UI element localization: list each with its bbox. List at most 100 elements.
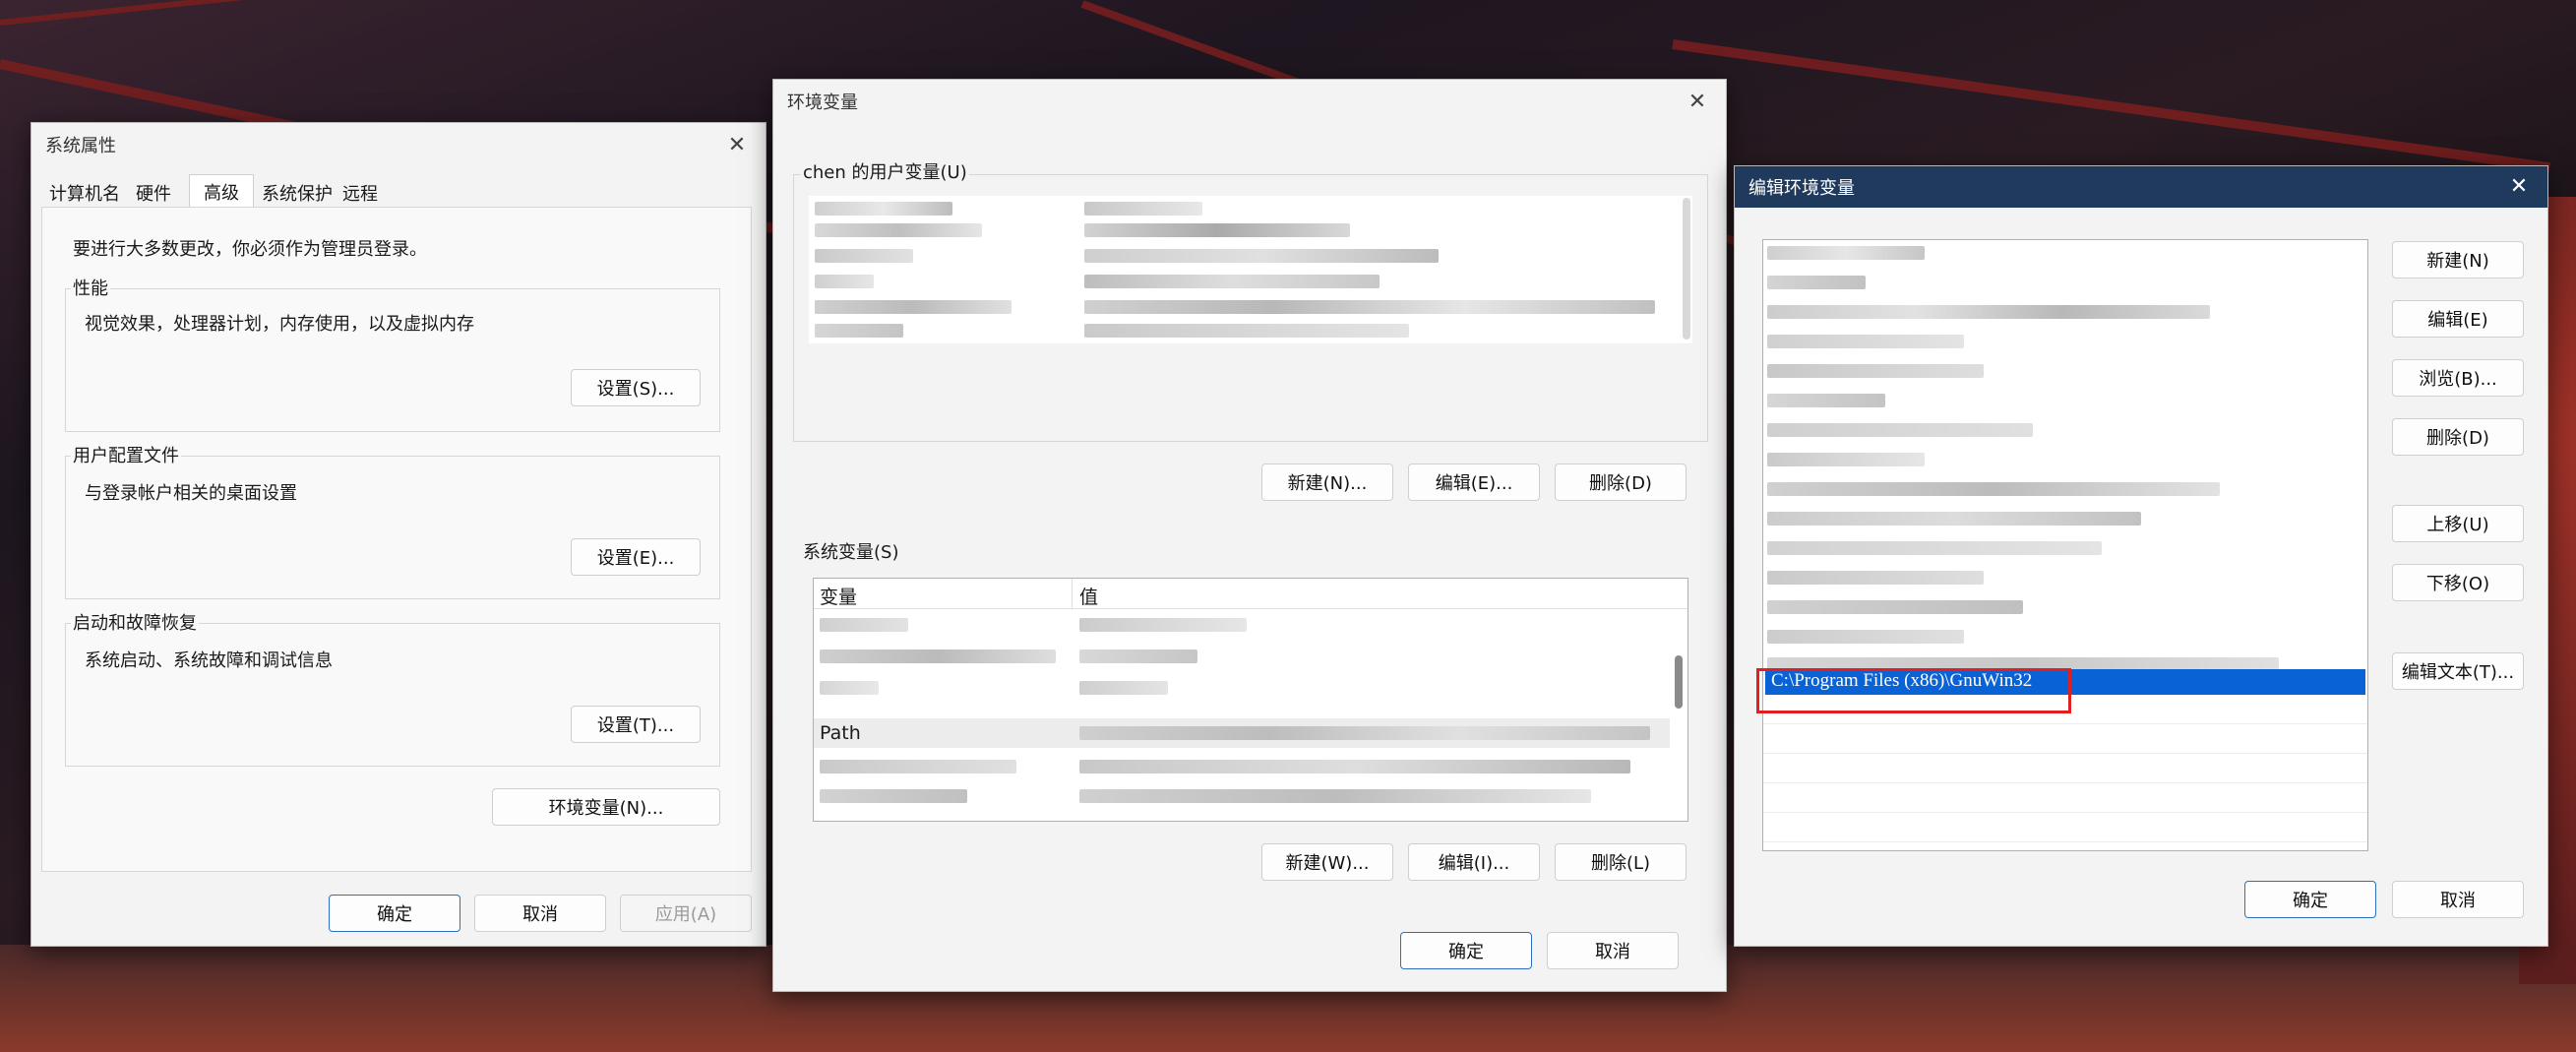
user-profiles-group [65, 456, 720, 599]
window-title: 系统属性 [45, 136, 116, 156]
list-item[interactable] [815, 223, 982, 237]
list-item[interactable] [815, 324, 903, 338]
close-icon[interactable]: ✕ [720, 129, 754, 160]
title-bar: 系统属性 ✕ [31, 123, 766, 166]
list-item[interactable] [820, 760, 1016, 774]
startup-recovery-label: 启动和故障恢复 [71, 609, 199, 635]
list-item[interactable] [815, 300, 1012, 314]
system-edit-button[interactable]: 编辑(I)... [1408, 843, 1540, 881]
system-variables-list[interactable]: 变量 值 Path [813, 578, 1688, 822]
list-item[interactable] [1079, 618, 1247, 632]
edit-text-button[interactable]: 编辑文本(T)... [2392, 652, 2524, 690]
user-profiles-desc: 与登录帐户相关的桌面设置 [85, 483, 297, 504]
list-item[interactable] [1084, 275, 1380, 288]
user-variables-list[interactable] [809, 196, 1692, 343]
list-item[interactable] [1767, 423, 2033, 437]
list-header: 变量 值 [814, 579, 1687, 609]
new-button[interactable]: 新建(N) [2392, 241, 2524, 278]
edit-button[interactable]: 编辑(E) [2392, 300, 2524, 338]
scrollbar[interactable] [1683, 198, 1690, 340]
list-item[interactable] [1767, 630, 1964, 644]
list-item[interactable] [1084, 249, 1439, 263]
list-item[interactable] [1767, 335, 1964, 348]
system-delete-button[interactable]: 删除(L) [1555, 843, 1687, 881]
list-item[interactable] [1767, 600, 2023, 614]
list-item[interactable] [820, 789, 967, 803]
list-item[interactable] [820, 618, 908, 632]
list-item[interactable] [1767, 541, 2102, 555]
tab-computer-name[interactable]: 计算机名 [47, 178, 122, 208]
list-item[interactable] [1084, 223, 1350, 237]
delete-button[interactable]: 删除(D) [2392, 418, 2524, 456]
list-item[interactable] [1767, 453, 1925, 466]
list-item[interactable] [820, 650, 1056, 663]
user-profiles-settings-button[interactable]: 设置(E)... [571, 538, 701, 576]
ok-button[interactable]: 确定 [1400, 932, 1532, 969]
list-item[interactable] [1079, 681, 1168, 695]
list-item[interactable] [1767, 512, 2141, 526]
browse-button[interactable]: 浏览(B)... [2392, 359, 2524, 397]
list-item[interactable] [820, 681, 879, 695]
list-item[interactable] [1767, 246, 1925, 260]
list-row-lines [1763, 695, 2367, 850]
list-item[interactable] [815, 202, 952, 216]
cancel-button[interactable]: 取消 [2392, 881, 2524, 918]
scrollbar-thumb[interactable] [1675, 655, 1683, 709]
tab-hardware[interactable]: 硬件 [128, 178, 179, 208]
title-bar: 环境变量 ✕ [773, 80, 1726, 123]
list-item[interactable] [1079, 650, 1197, 663]
column-header-variable[interactable]: 变量 [820, 583, 857, 609]
list-item[interactable] [1767, 364, 1984, 378]
list-item[interactable] [1767, 482, 2220, 496]
window-title: 编辑环境变量 [1748, 178, 1855, 199]
user-delete-button[interactable]: 删除(D) [1555, 464, 1687, 501]
user-edit-button[interactable]: 编辑(E)... [1408, 464, 1540, 501]
path-variable-name: Path [820, 722, 861, 744]
close-icon[interactable]: ✕ [1681, 86, 1714, 117]
admin-note: 要进行大多数更改，你必须作为管理员登录。 [73, 239, 427, 260]
system-variables-label: 系统变量(S) [801, 538, 901, 564]
title-bar: 编辑环境变量 ✕ [1735, 166, 2547, 208]
tab-system-protection[interactable]: 系统保护 [260, 178, 335, 208]
apply-button[interactable]: 应用(A) [620, 895, 752, 932]
path-value [1079, 726, 1650, 740]
list-item[interactable] [1084, 202, 1202, 216]
close-icon[interactable]: ✕ [2502, 170, 2536, 202]
tab-remote[interactable]: 远程 [338, 178, 382, 208]
move-up-button[interactable]: 上移(U) [2392, 505, 2524, 542]
list-item[interactable] [1079, 760, 1630, 774]
list-item[interactable] [815, 275, 874, 288]
user-new-button[interactable]: 新建(N)... [1261, 464, 1393, 501]
edit-environment-variable-window: 编辑环境变量 ✕ C:\Program Files (x86)\GnuWin32… [1734, 165, 2548, 947]
list-item[interactable] [1079, 789, 1591, 803]
performance-label: 性能 [71, 275, 110, 300]
user-variables-label: chen 的用户变量(U) [801, 158, 969, 184]
startup-recovery-desc: 系统启动、系统故障和调试信息 [85, 650, 333, 671]
tab-advanced[interactable]: 高级 [189, 174, 254, 209]
list-item[interactable] [1767, 571, 1984, 585]
startup-recovery-settings-button[interactable]: 设置(T)... [571, 706, 701, 743]
scrollbar[interactable] [1674, 612, 1684, 819]
list-item[interactable] [1767, 394, 1885, 407]
system-new-button[interactable]: 新建(W)... [1261, 843, 1393, 881]
window-title: 环境变量 [787, 93, 858, 113]
cancel-button[interactable]: 取消 [1547, 932, 1679, 969]
user-profiles-label: 用户配置文件 [71, 442, 181, 467]
highlight-box [1756, 668, 2071, 713]
performance-settings-button[interactable]: 设置(S)... [571, 369, 701, 406]
startup-recovery-group [65, 623, 720, 767]
list-item[interactable] [1084, 324, 1409, 338]
list-item[interactable] [1084, 300, 1655, 314]
path-entries-list[interactable]: C:\Program Files (x86)\GnuWin32 [1762, 239, 2368, 851]
list-item[interactable] [815, 249, 913, 263]
cancel-button[interactable]: 取消 [474, 895, 606, 932]
ok-button[interactable]: 确定 [2244, 881, 2376, 918]
path-row[interactable]: Path [814, 718, 1670, 748]
list-item[interactable] [1767, 276, 1866, 289]
performance-desc: 视觉效果，处理器计划，内存使用，以及虚拟内存 [85, 314, 474, 335]
move-down-button[interactable]: 下移(O) [2392, 564, 2524, 601]
list-item[interactable] [1767, 305, 2210, 319]
environment-variables-button[interactable]: 环境变量(N)... [492, 788, 720, 826]
ok-button[interactable]: 确定 [329, 895, 460, 932]
column-header-value[interactable]: 值 [1079, 583, 1098, 609]
